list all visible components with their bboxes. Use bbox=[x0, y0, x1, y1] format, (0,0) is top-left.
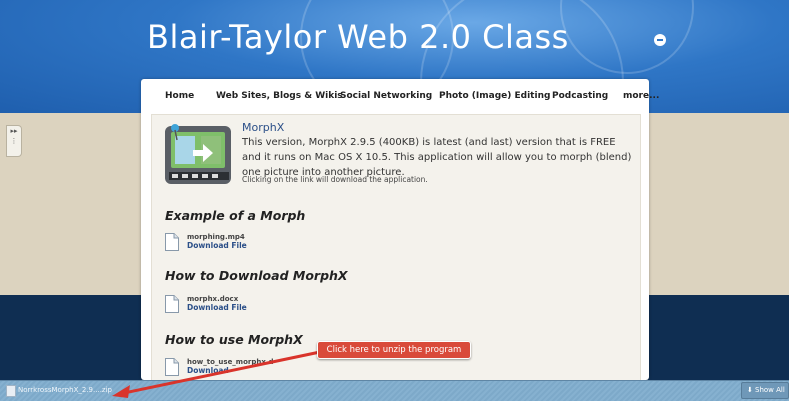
show-all-label: Show All bbox=[755, 386, 785, 394]
document-icon bbox=[165, 295, 179, 313]
download-file-link[interactable]: Download File bbox=[187, 303, 247, 312]
zip-file-icon bbox=[6, 385, 16, 397]
download-item[interactable]: NorrkrossMorphX_2.9....zip bbox=[4, 383, 122, 397]
download-arrow-icon: ⬇ bbox=[747, 386, 753, 394]
file-attachment: morphx.docx Download File bbox=[165, 295, 385, 319]
content-card: Home Web Sites, Blogs & Wikis Social Net… bbox=[141, 79, 659, 382]
document-icon bbox=[165, 358, 179, 376]
section-heading: How to Download MorphX bbox=[165, 268, 348, 283]
app-note: Clicking on the link will download the a… bbox=[242, 175, 428, 184]
download-file-link[interactable]: Download File bbox=[187, 241, 247, 250]
download-item-name: NorrkrossMorphX_2.9....zip bbox=[18, 386, 112, 394]
nav-item-social-networking[interactable]: Social Networking bbox=[340, 91, 432, 101]
download-file-link[interactable]: Download bbox=[187, 366, 229, 375]
app-title[interactable]: MorphX bbox=[242, 121, 284, 134]
file-name: how_to_use_morphx.d bbox=[187, 358, 274, 366]
nav-item-more[interactable]: more... bbox=[623, 91, 659, 101]
sidebar-toggle-tab[interactable]: ▸▸ ⋮ bbox=[6, 125, 22, 157]
nav-item-podcasting[interactable]: Podcasting bbox=[552, 91, 608, 101]
app-description: This version, MorphX 2.9.5 (400KB) is la… bbox=[242, 137, 632, 178]
file-name: morphing.mp4 bbox=[187, 233, 245, 241]
file-attachment: how_to_use_morphx.d Download bbox=[165, 358, 385, 382]
document-icon bbox=[165, 233, 179, 251]
morphx-app-icon[interactable] bbox=[163, 122, 235, 194]
file-name: morphx.docx bbox=[187, 295, 239, 303]
site-title[interactable]: Blair-Taylor Web 2.0 Class bbox=[147, 18, 569, 56]
file-attachment: morphing.mp4 Download File bbox=[165, 233, 385, 257]
menu-toggle-icon[interactable] bbox=[654, 34, 666, 46]
nav-item-web-sites[interactable]: Web Sites, Blogs & Wikis bbox=[216, 91, 343, 101]
nav-item-home[interactable]: Home bbox=[165, 91, 194, 101]
show-all-downloads-button[interactable]: ⬇ Show All bbox=[741, 382, 789, 399]
nav-item-photo-editing[interactable]: Photo (Image) Editing bbox=[439, 91, 550, 101]
section-heading: How to use MorphX bbox=[165, 332, 303, 347]
main-nav: Home Web Sites, Blogs & Wikis Social Net… bbox=[141, 79, 659, 113]
section-heading: Example of a Morph bbox=[165, 208, 306, 223]
annotation-callout: Click here to unzip the program bbox=[317, 341, 471, 359]
